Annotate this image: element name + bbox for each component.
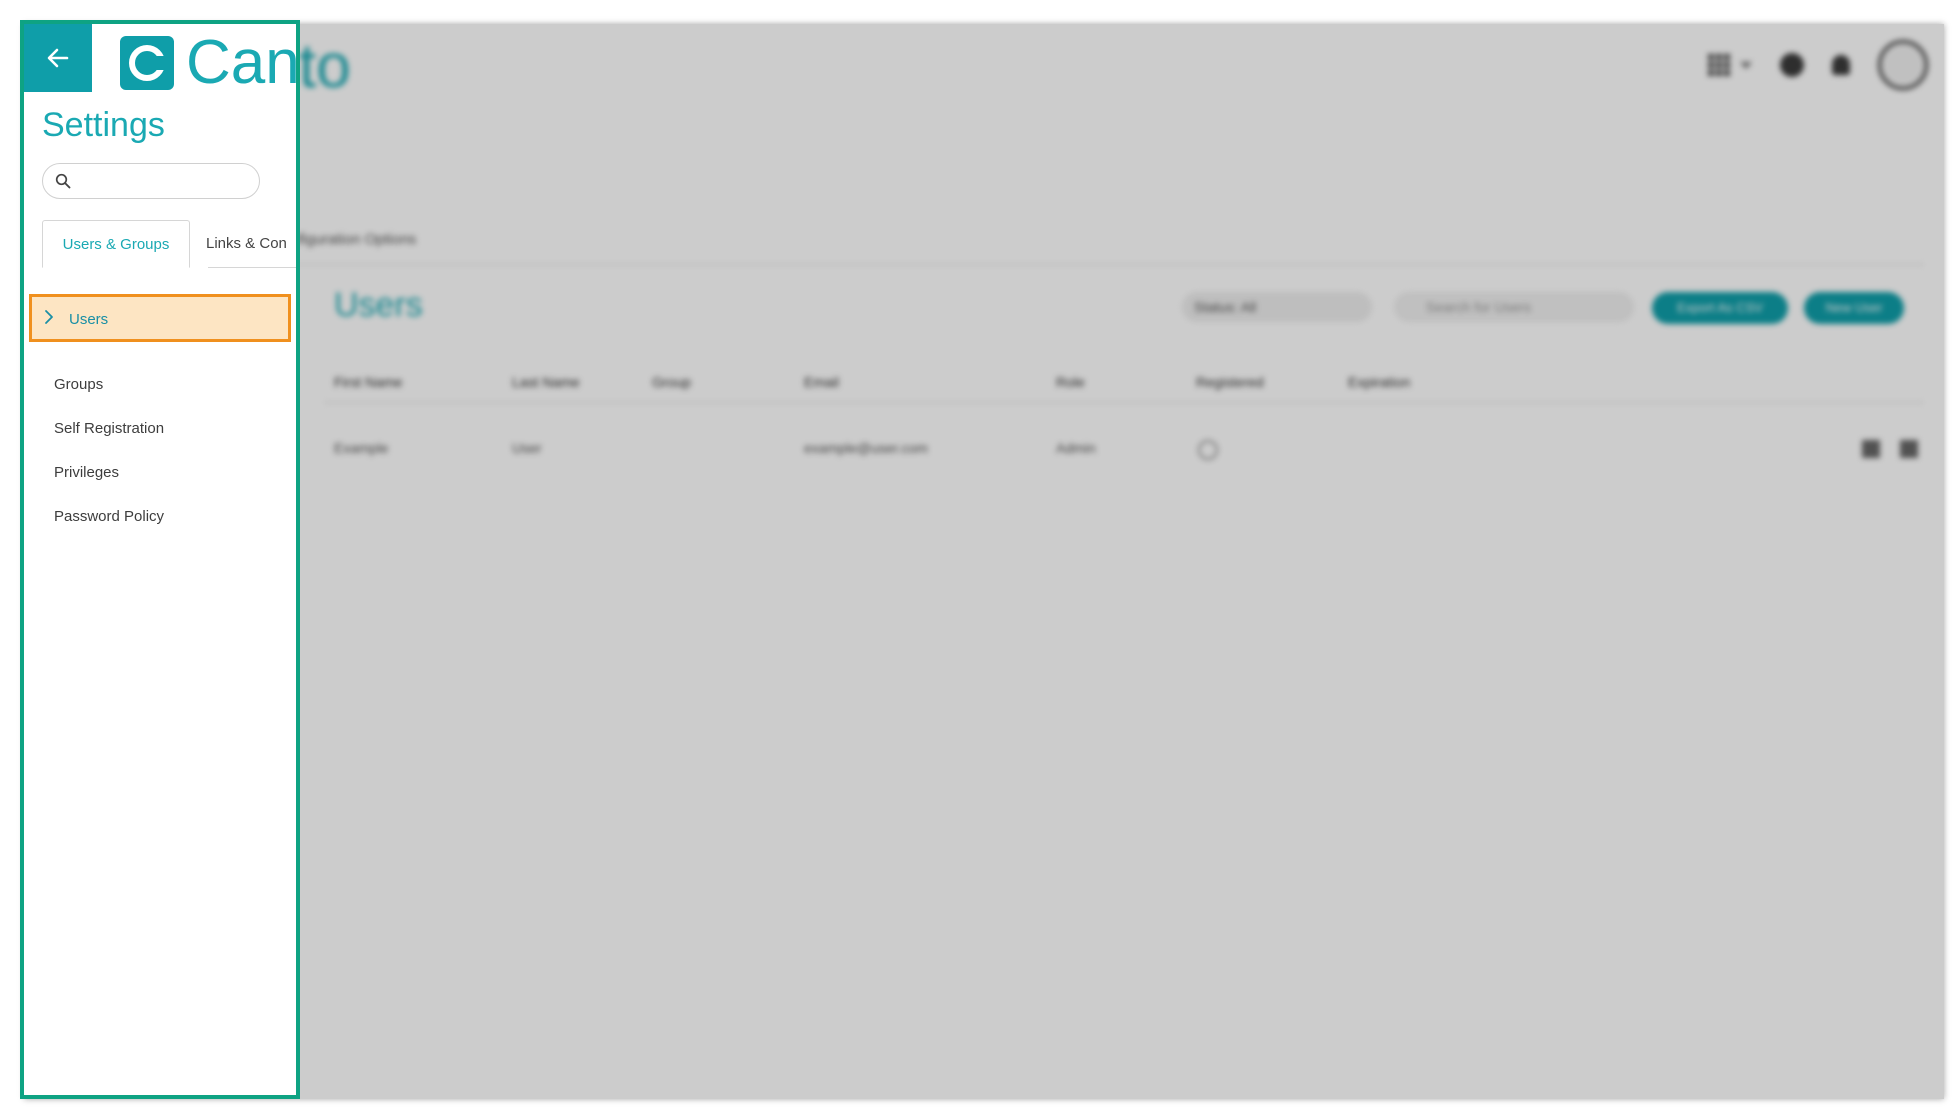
logo-text: Can bbox=[186, 28, 296, 97]
back-button[interactable] bbox=[24, 24, 92, 92]
nav-item-users[interactable]: Users bbox=[29, 294, 291, 342]
canto-logo: Can bbox=[120, 32, 296, 94]
settings-panel: Can Settings Users & Groups Links & Con … bbox=[20, 20, 300, 1099]
nav-item-self-registration[interactable]: Self Registration bbox=[54, 420, 164, 437]
settings-tabs: Users & Groups Links & Con bbox=[42, 220, 296, 269]
settings-title: Settings bbox=[42, 106, 165, 144]
search-input[interactable] bbox=[79, 168, 253, 196]
nav-item-privileges[interactable]: Privileges bbox=[54, 464, 119, 481]
canto-logo-mark bbox=[120, 36, 174, 90]
background-app: to nnections Configuration Options Users… bbox=[24, 24, 1944, 1099]
settings-search[interactable] bbox=[42, 163, 260, 199]
chevron-right-icon bbox=[45, 310, 53, 324]
nav-item-label: Users bbox=[69, 311, 109, 328]
nav-item-password-policy[interactable]: Password Policy bbox=[54, 508, 164, 525]
search-icon bbox=[55, 173, 71, 189]
arrow-left-icon bbox=[47, 48, 69, 68]
tab-links-connections[interactable]: Links & Con bbox=[206, 220, 287, 268]
nav-item-groups[interactable]: Groups bbox=[54, 376, 103, 393]
tab-users-groups[interactable]: Users & Groups bbox=[42, 220, 190, 268]
dim-overlay bbox=[24, 24, 1944, 1099]
